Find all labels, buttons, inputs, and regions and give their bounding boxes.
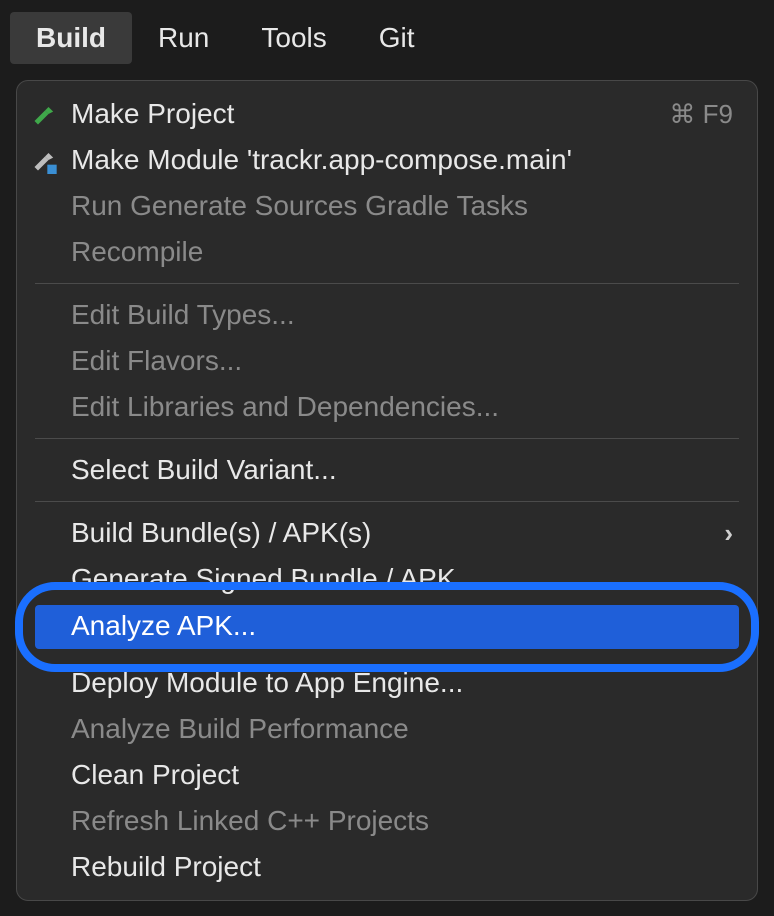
menu-label: Edit Flavors... xyxy=(71,345,733,377)
menubar-run[interactable]: Run xyxy=(132,12,235,64)
menu-label: Analyze APK... xyxy=(71,610,733,642)
menu-edit-flavors: Edit Flavors... xyxy=(17,338,757,384)
hammer-icon xyxy=(31,100,71,128)
menu-separator xyxy=(35,283,739,284)
menubar: Build Run Tools Git xyxy=(0,0,774,74)
menu-label: Generate Signed Bundle / APK... xyxy=(71,563,733,595)
menu-label: Refresh Linked C++ Projects xyxy=(71,805,733,837)
menu-generate-signed[interactable]: Generate Signed Bundle / APK... xyxy=(17,556,757,602)
menu-deploy-module[interactable]: Deploy Module to App Engine... xyxy=(17,660,757,706)
menu-label: Make Project xyxy=(71,98,669,130)
menu-edit-libraries: Edit Libraries and Dependencies... xyxy=(17,384,757,430)
menu-label: Edit Libraries and Dependencies... xyxy=(71,391,733,423)
menu-label: Rebuild Project xyxy=(71,851,733,883)
menu-make-project[interactable]: Make Project ⌘ F9 xyxy=(17,91,757,137)
menu-select-build-variant[interactable]: Select Build Variant... xyxy=(17,447,757,493)
menu-label: Clean Project xyxy=(71,759,733,791)
menubar-build[interactable]: Build xyxy=(10,12,132,64)
menu-label: Deploy Module to App Engine... xyxy=(71,667,733,699)
menubar-tools[interactable]: Tools xyxy=(235,12,352,64)
menu-label: Run Generate Sources Gradle Tasks xyxy=(71,190,733,222)
menu-label: Make Module 'trackr.app-compose.main' xyxy=(71,144,733,176)
hammer-module-icon xyxy=(31,146,71,174)
menu-make-module[interactable]: Make Module 'trackr.app-compose.main' xyxy=(17,137,757,183)
menu-edit-build-types: Edit Build Types... xyxy=(17,292,757,338)
menu-label: Edit Build Types... xyxy=(71,299,733,331)
menu-refresh-cpp: Refresh Linked C++ Projects xyxy=(17,798,757,844)
menu-analyze-apk[interactable]: Analyze APK... xyxy=(17,603,757,649)
menu-shortcut: ⌘ F9 xyxy=(669,99,733,130)
menu-rebuild-project[interactable]: Rebuild Project xyxy=(17,844,757,890)
menu-clean-project[interactable]: Clean Project xyxy=(17,752,757,798)
menu-separator xyxy=(35,501,739,502)
chevron-right-icon: › xyxy=(724,518,733,549)
menu-label: Select Build Variant... xyxy=(71,454,733,486)
menu-label: Build Bundle(s) / APK(s) xyxy=(71,517,724,549)
menu-run-generate-sources: Run Generate Sources Gradle Tasks xyxy=(17,183,757,229)
build-dropdown: Make Project ⌘ F9 Make Module 'trackr.ap… xyxy=(16,80,758,901)
menubar-git[interactable]: Git xyxy=(353,12,441,64)
menu-label: Recompile xyxy=(71,236,733,268)
menu-recompile: Recompile xyxy=(17,229,757,275)
menu-build-bundles[interactable]: Build Bundle(s) / APK(s) › xyxy=(17,510,757,556)
menu-analyze-build-perf: Analyze Build Performance xyxy=(17,706,757,752)
menu-label: Analyze Build Performance xyxy=(71,713,733,745)
menu-separator xyxy=(35,438,739,439)
